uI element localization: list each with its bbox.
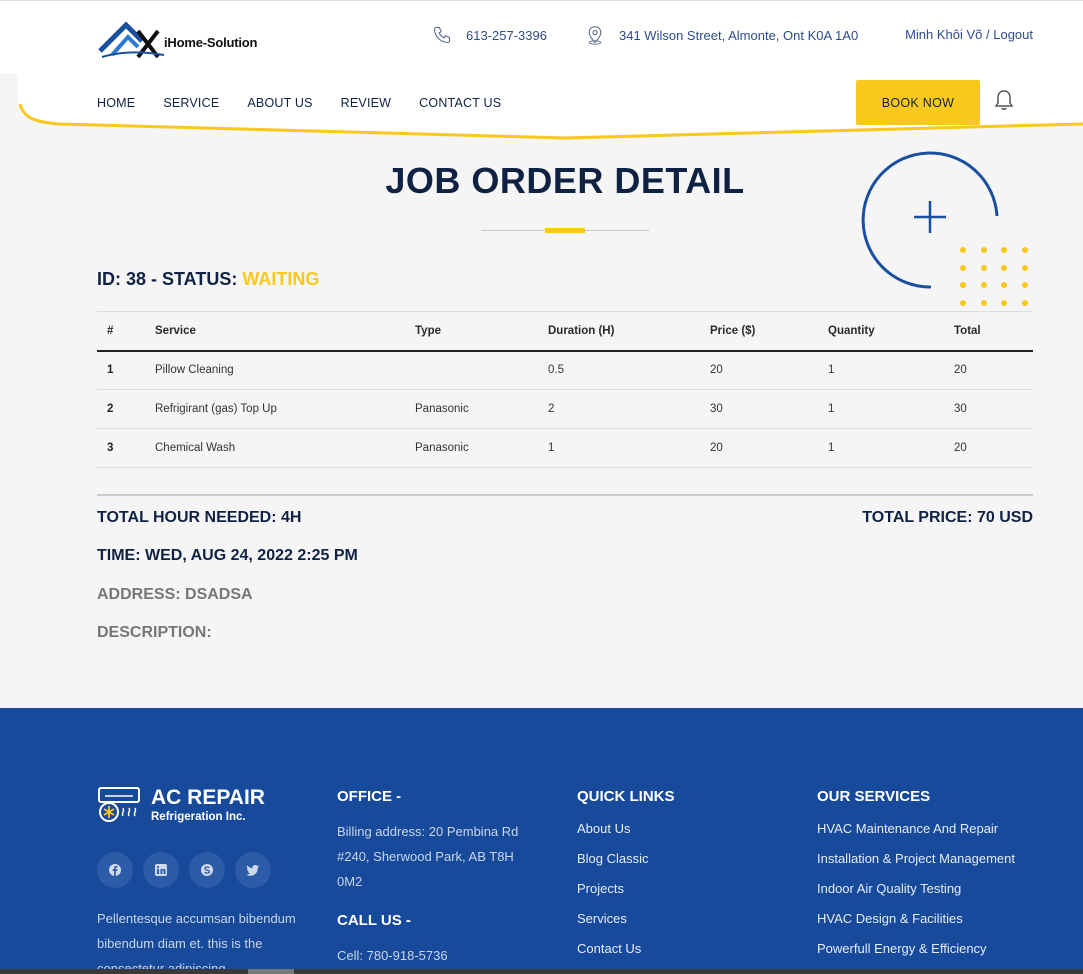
cell-duration: 2 [538, 389, 700, 429]
nav-about-us[interactable]: ABOUT US [247, 96, 312, 110]
site-logo[interactable]: iHome-Solution [98, 19, 258, 61]
horizontal-scrollbar[interactable] [0, 969, 1083, 974]
cell-total: 20 [944, 428, 1033, 468]
linkedin-icon[interactable] [143, 852, 179, 888]
table-header-row: # Service Type Duration (H) Price ($) Qu… [97, 311, 1033, 352]
scrollbar-thumb[interactable] [248, 969, 294, 974]
table-row: 2 Refrigirant (gas) Top Up Panasonic 2 3… [97, 389, 1033, 429]
footer-service-item[interactable]: HVAC Design & Facilities [817, 911, 1057, 926]
order-id-status: ID: 38 - STATUS: WAITING [97, 269, 319, 290]
nav-review[interactable]: REVIEW [341, 96, 392, 110]
order-address: ADDRESS: DSADSA [97, 586, 253, 603]
nav-service[interactable]: SERVICE [163, 96, 219, 110]
footer-brand-subtitle: Refrigeration Inc. [151, 811, 246, 823]
footer-link-about-us[interactable]: About Us [577, 821, 777, 836]
cell-index: 2 [97, 389, 145, 429]
status-badge: WAITING [242, 269, 320, 289]
total-hour: TOTAL HOUR NEEDED: 4H [97, 509, 302, 526]
nav-home[interactable]: HOME [97, 96, 135, 110]
call-number[interactable]: Cell: 780-918-5736 [337, 943, 537, 968]
table-row: 1 Pillow Cleaning 0.5 20 1 20 [97, 350, 1033, 390]
footer-brand: AC REPAIR Refrigeration Inc. [97, 786, 265, 829]
col-header-index: # [97, 311, 145, 352]
book-now-button[interactable]: BOOK NOW [856, 80, 980, 125]
twitter-icon[interactable] [235, 852, 271, 888]
order-description: DESCRIPTION: [97, 624, 212, 641]
address-contact: 341 Wilson Street, Almonte, Ont K0A 1A0 [585, 25, 858, 45]
logo-text: iHome-Solution [164, 35, 258, 50]
office-address: Billing address: 20 Pembina Rd #240, She… [337, 824, 519, 889]
cell-quantity: 1 [818, 389, 944, 429]
footer-services: OUR SERVICES HVAC Maintenance And Repair… [817, 788, 1057, 971]
footer-service-item[interactable]: Indoor Air Quality Testing [817, 881, 1057, 896]
cell-type: Panasonic [405, 389, 538, 429]
cell-price: 20 [700, 428, 818, 468]
footer-about-text: Pellentesque accumsan bibendum bibendum … [97, 911, 296, 974]
cell-type [405, 350, 538, 390]
title-divider-accent [545, 228, 585, 233]
nav-contact-us[interactable]: CONTACT US [419, 96, 501, 110]
order-id-label: ID: 38 - STATUS: [97, 269, 243, 289]
summary-divider [97, 494, 1033, 496]
logo-mark-icon [98, 21, 165, 59]
col-header-duration: Duration (H) [538, 311, 700, 352]
footer-link-projects[interactable]: Projects [577, 881, 777, 896]
phone-number: 613-257-3396 [466, 27, 547, 43]
footer-quick-links: QUICK LINKS About Us Blog Classic Projec… [577, 788, 777, 971]
footer-service-item[interactable]: HVAC Maintenance And Repair [817, 821, 1057, 836]
ac-unit-icon [98, 787, 140, 822]
top-bar: iHome-Solution 613-257-3396 341 Wilson S… [0, 0, 1083, 74]
bell-icon[interactable] [994, 89, 1014, 111]
cell-duration: 1 [538, 428, 700, 468]
cell-total: 30 [944, 389, 1033, 429]
phone-icon [433, 26, 451, 44]
skype-icon[interactable] [189, 852, 225, 888]
table-row: 3 Chemical Wash Panasonic 1 20 1 20 [97, 428, 1033, 468]
footer-service-item[interactable]: Installation & Project Management [817, 851, 1057, 866]
col-header-quantity: Quantity [818, 311, 944, 352]
footer-office-column: OFFICE - Billing address: 20 Pembina Rd … [337, 788, 537, 968]
quick-links-heading: QUICK LINKS [577, 788, 675, 805]
cell-quantity: 1 [818, 350, 944, 390]
cell-price: 30 [700, 389, 818, 429]
order-time: TIME: WED, AUG 24, 2022 2:25 PM [97, 547, 358, 564]
services-heading: OUR SERVICES [817, 788, 931, 805]
location-icon [588, 26, 602, 45]
user-logout-link[interactable]: Minh Khôi Võ / Logout [905, 27, 1033, 42]
footer-link-contact-us[interactable]: Contact Us [577, 941, 777, 956]
cell-quantity: 1 [818, 428, 944, 468]
footer-brand-title: AC REPAIR [151, 786, 265, 809]
cell-type: Panasonic [405, 428, 538, 468]
order-items-table: # Service Type Duration (H) Price ($) Qu… [97, 311, 1033, 468]
col-header-service: Service [145, 311, 405, 352]
office-heading: OFFICE - [337, 788, 402, 805]
cell-index: 1 [97, 350, 145, 390]
cell-index: 3 [97, 428, 145, 468]
cell-duration: 0.5 [538, 350, 700, 390]
footer-service-item[interactable]: Powerfull Energy & Efficiency [817, 941, 1057, 956]
cell-service: Chemical Wash [145, 428, 405, 468]
call-heading: CALL US - [337, 912, 411, 929]
decorative-circle-dots [861, 151, 1028, 306]
cell-total: 20 [944, 350, 1033, 390]
col-header-type: Type [405, 311, 538, 352]
cell-service: Pillow Cleaning [145, 350, 405, 390]
phone-contact[interactable]: 613-257-3396 [432, 25, 547, 45]
footer-link-services[interactable]: Services [577, 911, 777, 926]
cell-price: 20 [700, 350, 818, 390]
facebook-icon[interactable] [97, 852, 133, 888]
cell-service: Refrigirant (gas) Top Up [145, 389, 405, 429]
col-header-price: Price ($) [700, 311, 818, 352]
total-price: TOTAL PRICE: 70 USD [862, 509, 1033, 526]
address-text: 341 Wilson Street, Almonte, Ont K0A 1A0 [619, 27, 859, 43]
col-header-total: Total [944, 311, 1033, 352]
footer-link-blog-classic[interactable]: Blog Classic [577, 851, 777, 866]
main-nav: HOME SERVICE ABOUT US REVIEW CONTACT US [97, 96, 529, 110]
site-footer: AC REPAIR Refrigeration Inc. Pellentesqu… [0, 708, 1083, 974]
